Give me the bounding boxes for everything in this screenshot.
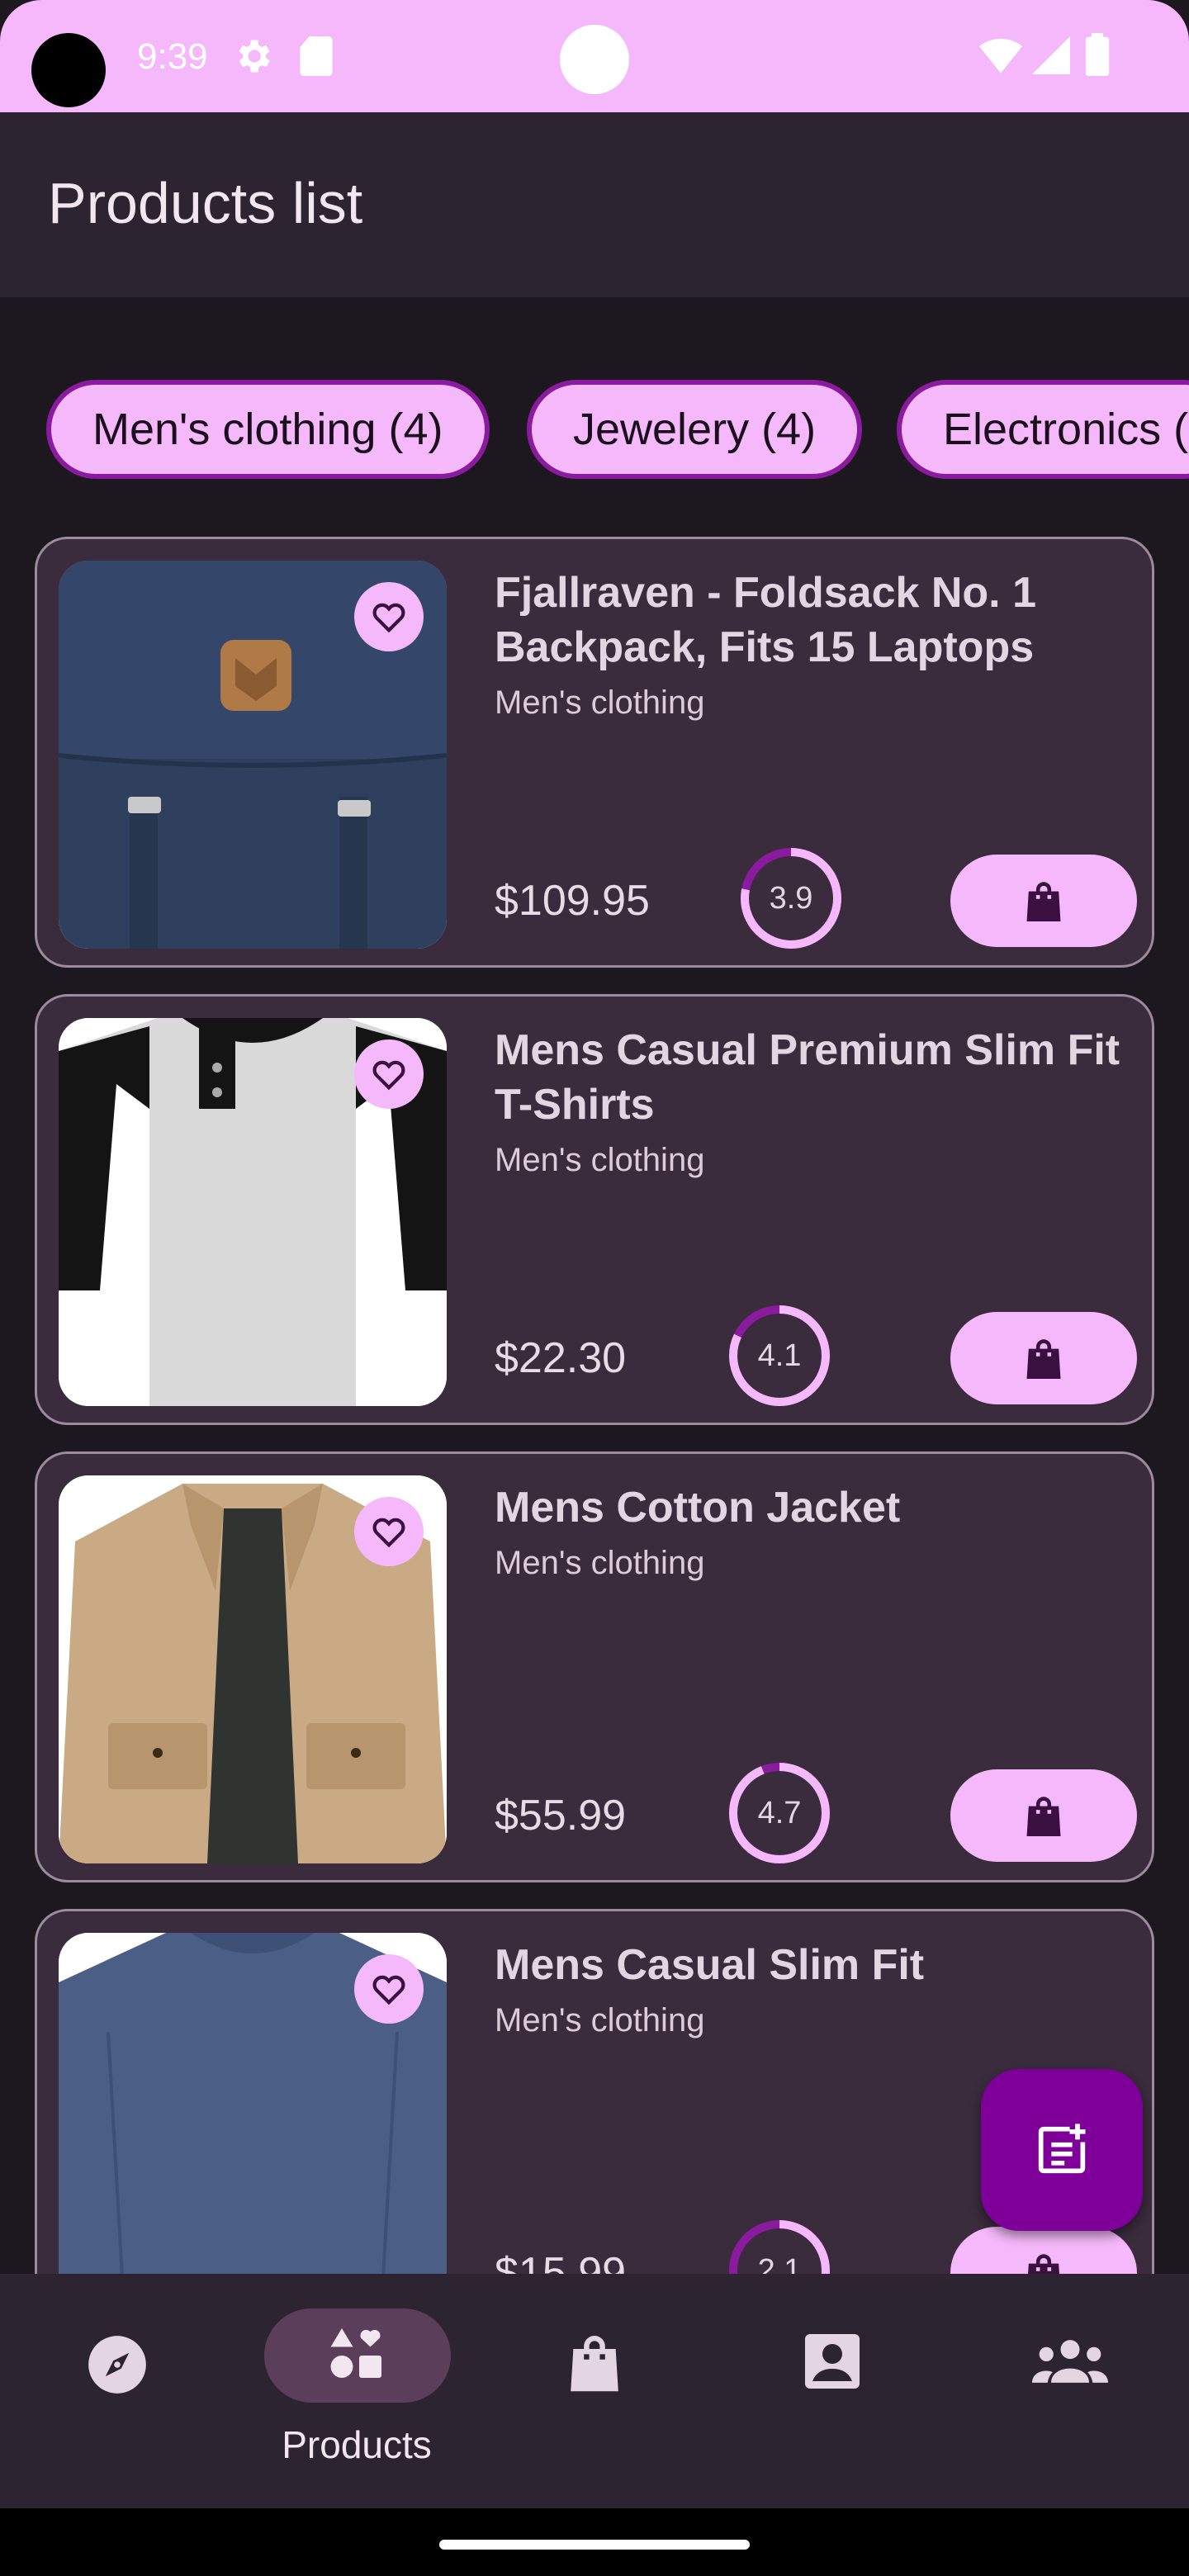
product-price: $55.99 bbox=[495, 1792, 627, 1840]
nav-products[interactable]: Products bbox=[238, 2274, 476, 2508]
rating-indicator: 4.1 bbox=[727, 1304, 831, 1408]
product-list[interactable]: Fjallraven - Foldsack No. 1 Backpack, Fi… bbox=[0, 537, 1189, 2274]
wifi-icon bbox=[979, 38, 1022, 73]
front-sensor bbox=[560, 25, 629, 94]
product-category: Men's clothing bbox=[495, 1142, 705, 1178]
signal-icon bbox=[1032, 36, 1070, 74]
battery-icon bbox=[1085, 33, 1110, 76]
category-chips: Men's clothing (4) Jewelery (4) Electron… bbox=[0, 380, 1189, 479]
heart-outline-icon bbox=[372, 603, 405, 633]
product-title: Mens Cotton Jacket bbox=[495, 1484, 901, 1532]
product-title: Mens Casual Premium Slim Fit T-Shirts bbox=[495, 1026, 1120, 1129]
shopping-bag-icon bbox=[1026, 882, 1061, 921]
add-to-cart-button[interactable] bbox=[950, 855, 1137, 947]
add-note-fab[interactable] bbox=[981, 2069, 1143, 2231]
settings-icon bbox=[239, 40, 270, 73]
chip-mens-clothing[interactable]: Men's clothing (4) bbox=[46, 380, 490, 479]
rating-value: 3.9 bbox=[769, 880, 813, 916]
explore-icon bbox=[88, 2336, 146, 2394]
bottom-navigation: Products bbox=[0, 2274, 1189, 2508]
product-card[interactable]: Mens Cotton Jacket Men's clothing $55.99… bbox=[35, 1451, 1154, 1882]
home-handle[interactable] bbox=[439, 2540, 750, 2550]
product-category: Men's clothing bbox=[495, 1545, 705, 1581]
heart-outline-icon bbox=[372, 1975, 405, 2005]
product-price: $22.30 bbox=[495, 1334, 627, 1382]
product-card[interactable]: Mens Casual Premium Slim Fit T-Shirts Me… bbox=[35, 994, 1154, 1425]
note-add-icon bbox=[1038, 2124, 1086, 2174]
heart-outline-icon bbox=[372, 1518, 405, 1548]
add-to-cart-button[interactable] bbox=[950, 2227, 1137, 2274]
rating-value: 2.1 bbox=[757, 2252, 802, 2275]
gesture-bar bbox=[0, 2508, 1189, 2576]
status-time: 9:39 bbox=[137, 36, 208, 77]
nav-explore[interactable] bbox=[0, 2274, 238, 2508]
product-price: $15.99 bbox=[495, 2249, 627, 2274]
favorite-button[interactable] bbox=[354, 1039, 424, 1109]
rating-indicator: 2.1 bbox=[727, 2218, 831, 2274]
camera-cutout bbox=[31, 33, 106, 107]
nav-label-products: Products bbox=[282, 2423, 432, 2466]
product-title: Mens Casual Slim Fit bbox=[495, 1941, 925, 1989]
chip-electronics[interactable]: Electronics ( bbox=[897, 380, 1189, 479]
shopping-bag-icon bbox=[1026, 1339, 1061, 1379]
favorite-button[interactable] bbox=[354, 1954, 424, 2024]
group-icon bbox=[1032, 2340, 1108, 2383]
top-app-bar: Products list bbox=[0, 112, 1189, 297]
rating-value: 4.7 bbox=[757, 1795, 802, 1830]
product-category: Men's clothing bbox=[495, 684, 705, 721]
product-card[interactable]: Fjallraven - Foldsack No. 1 Backpack, Fi… bbox=[35, 537, 1154, 968]
nav-profile[interactable] bbox=[713, 2274, 951, 2508]
sd-card-icon bbox=[300, 36, 333, 76]
add-to-cart-button[interactable] bbox=[950, 1769, 1137, 1862]
rating-indicator: 3.9 bbox=[739, 846, 843, 950]
shopping-bag-icon bbox=[571, 2336, 618, 2392]
category-icon bbox=[330, 2328, 381, 2378]
rating-value: 4.1 bbox=[757, 1338, 802, 1373]
account-box-icon bbox=[805, 2334, 860, 2389]
product-title: Fjallraven - Foldsack No. 1 Backpack, Fi… bbox=[495, 569, 1036, 671]
page-title: Products list bbox=[48, 171, 363, 235]
shopping-bag-icon bbox=[1028, 2254, 1059, 2274]
nav-cart[interactable] bbox=[476, 2274, 713, 2508]
favorite-button[interactable] bbox=[354, 1497, 424, 1566]
chip-jewelery[interactable]: Jewelery (4) bbox=[527, 380, 863, 479]
favorite-button[interactable] bbox=[354, 582, 424, 651]
heart-outline-icon bbox=[372, 1060, 405, 1091]
shopping-bag-icon bbox=[1026, 1797, 1061, 1836]
rating-indicator: 4.7 bbox=[727, 1761, 831, 1865]
add-to-cart-button[interactable] bbox=[950, 1312, 1137, 1404]
product-category: Men's clothing bbox=[495, 2002, 705, 2039]
product-price: $109.95 bbox=[495, 877, 650, 925]
status-bar: 9:39 bbox=[0, 0, 1189, 112]
nav-users[interactable] bbox=[951, 2274, 1189, 2508]
